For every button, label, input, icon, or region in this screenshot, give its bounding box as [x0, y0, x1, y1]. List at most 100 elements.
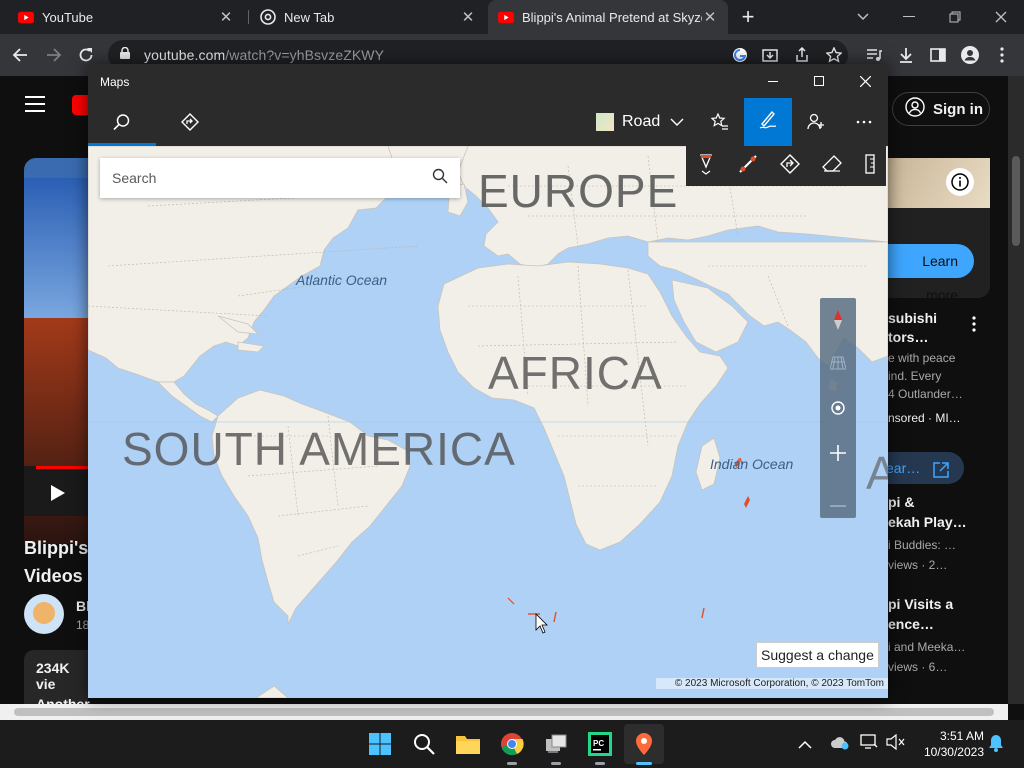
svg-text:PC: PC	[593, 739, 604, 748]
tab-youtube[interactable]: YouTube ✕	[8, 0, 244, 34]
favorites-icon[interactable]	[696, 98, 744, 146]
mouse-cursor	[535, 613, 548, 634]
file-explorer-icon[interactable]	[448, 724, 488, 764]
pycharm-icon[interactable]: PC	[580, 724, 620, 764]
tab-blippi[interactable]: Blippi's Animal Pretend at Skyzone ✕	[488, 0, 728, 34]
eraser-icon[interactable]	[822, 154, 843, 178]
play-icon[interactable]	[50, 484, 66, 507]
chevron-up-icon[interactable]	[798, 736, 812, 754]
active-indicator	[636, 762, 652, 765]
side-panel-icon[interactable]	[924, 41, 952, 69]
windows-taskbar: PC 3:51 AM 10/30/2023	[0, 720, 1024, 768]
sign-in-account-icon[interactable]	[792, 98, 840, 146]
tilt-grid-icon[interactable]	[829, 356, 847, 375]
label-europe: EUROPE	[478, 165, 679, 217]
vertical-scrollbar[interactable]	[1008, 76, 1024, 704]
channel-avatar[interactable]	[24, 594, 64, 634]
close-window-button[interactable]	[978, 0, 1024, 34]
zoom-out-icon[interactable]	[829, 494, 847, 512]
close-icon[interactable]: ✕	[460, 8, 476, 26]
measure-distance-icon[interactable]	[738, 154, 758, 179]
tab-search-icon[interactable]	[840, 0, 886, 34]
more-options-icon[interactable]	[972, 316, 976, 337]
close-icon[interactable]: ✕	[702, 8, 718, 26]
browser-tab-strip: YouTube ✕ New Tab ✕ Blippi's Animal Pret…	[0, 0, 1024, 34]
label-south-america: SOUTH AMERICA	[122, 423, 516, 475]
download-icon[interactable]	[892, 41, 920, 69]
volume-muted-icon[interactable]	[886, 733, 906, 755]
ballpoint-pen-icon[interactable]	[697, 153, 715, 180]
tab-new-tab[interactable]: New Tab ✕	[250, 0, 486, 34]
sidebar-learn-button[interactable]: ear…	[880, 452, 964, 484]
ruler-icon[interactable]	[865, 153, 875, 179]
youtube-icon	[18, 9, 34, 25]
ink-directions-icon[interactable]	[779, 153, 800, 179]
restore-button[interactable]	[932, 0, 978, 34]
search-placeholder: Search	[112, 170, 157, 186]
map-canvas[interactable]: .land{fill:#f2efe9;stroke:#c9c4bb;stroke…	[88, 146, 888, 698]
maps-taskbar-icon[interactable]	[624, 724, 664, 764]
caribbean-island	[237, 341, 265, 353]
youtube-icon	[498, 9, 514, 25]
display-icon[interactable]	[860, 734, 878, 755]
learn-more-button[interactable]: Learn more	[888, 244, 974, 303]
maps-title-bar: Maps	[88, 64, 888, 98]
ink-toolbar-button[interactable]	[744, 98, 792, 146]
weather-cloud-icon[interactable]	[830, 734, 850, 755]
ink-mark	[744, 496, 750, 508]
search-taskbar-icon[interactable]	[404, 724, 444, 764]
label-partial-continent: AU	[866, 447, 888, 499]
lock-icon[interactable]	[120, 46, 130, 64]
video-description[interactable]: 234K vie Another	[24, 650, 90, 712]
back-icon[interactable]	[6, 41, 34, 69]
sign-in-label: Sign in	[933, 100, 983, 118]
chrome-taskbar-icon[interactable]	[492, 724, 532, 764]
search-tab-icon[interactable]	[98, 98, 146, 146]
maximize-button[interactable]	[796, 64, 842, 98]
new-tab-button[interactable]: +	[736, 4, 760, 30]
clock-date: 10/30/2023	[923, 745, 984, 759]
url-host: youtube.com	[144, 47, 226, 63]
chrome-menu-icon[interactable]	[988, 41, 1016, 69]
close-icon[interactable]: ✕	[218, 8, 234, 26]
system-clock[interactable]: 3:51 AM 10/30/2023	[912, 728, 984, 760]
scrollbar-thumb[interactable]	[1012, 156, 1020, 246]
zoom-in-icon[interactable]	[829, 444, 847, 467]
suggest-change-button[interactable]: Suggest a change	[756, 642, 879, 668]
profile-icon[interactable]	[956, 41, 984, 69]
forward-icon[interactable]	[40, 41, 68, 69]
network-drive-icon[interactable]	[536, 724, 576, 764]
youtube-logo-icon[interactable]	[72, 95, 88, 115]
info-icon[interactable]	[946, 168, 974, 196]
label-atlantic-ocean: Atlantic Ocean	[296, 272, 388, 288]
more-icon[interactable]	[840, 98, 888, 146]
video-progress-bar[interactable]	[36, 466, 88, 469]
map-style-dropdown[interactable]: Road	[596, 108, 684, 136]
notification-bell-icon[interactable]	[988, 734, 1004, 757]
search-input[interactable]: Search	[100, 158, 460, 198]
directions-icon[interactable]	[166, 98, 214, 146]
ad-card[interactable]: Learn more	[888, 158, 990, 303]
start-windows-icon[interactable]	[360, 724, 400, 764]
minimize-button[interactable]	[886, 0, 932, 34]
scrollbar-thumb[interactable]	[14, 708, 994, 716]
compass-icon[interactable]	[828, 308, 848, 337]
chrome-icon	[260, 9, 276, 25]
video-frame	[24, 178, 88, 318]
ink-toolbar	[686, 146, 886, 186]
sidebar-video-2[interactable]: pi Visits a ence… i and Meeka… views · 6…	[888, 596, 988, 674]
central-america-landmass	[157, 381, 219, 423]
maps-window-title: Maps	[100, 75, 130, 89]
search-icon[interactable]	[432, 168, 448, 189]
sign-in-button[interactable]: Sign in	[892, 92, 990, 126]
clock-time: 3:51 AM	[939, 729, 984, 743]
road-map-thumbnail-icon	[596, 113, 614, 131]
horizontal-scrollbar[interactable]	[0, 704, 1008, 720]
sidebar-video-1[interactable]: pi & ekah Play… i Buddies: … views · 2…	[888, 494, 988, 572]
hamburger-menu-icon[interactable]	[24, 96, 46, 117]
minimize-button[interactable]	[750, 64, 796, 98]
external-link-icon	[932, 458, 950, 490]
locate-me-icon[interactable]	[830, 400, 846, 421]
close-button[interactable]	[842, 64, 888, 98]
running-indicator	[595, 762, 605, 765]
